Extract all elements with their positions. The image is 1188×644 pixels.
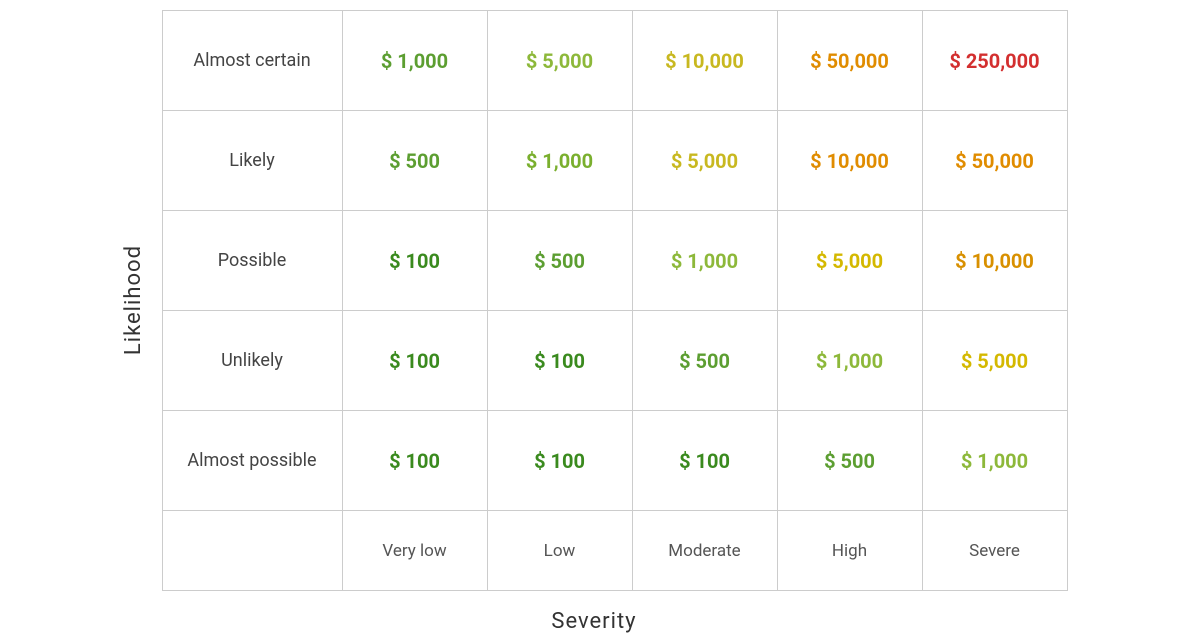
value-cell: $ 500: [342, 111, 487, 211]
value-cell: $ 50,000: [777, 11, 922, 111]
matrix-table: Almost certain$ 1,000$ 5,000$ 10,000$ 50…: [162, 10, 1068, 591]
value-cell: $ 100: [487, 411, 632, 511]
row-label: Almost certain: [162, 11, 342, 111]
value-cell: $ 10,000: [922, 211, 1067, 311]
x-axis-label: Severity: [551, 609, 636, 634]
value-cell: $ 1,000: [777, 311, 922, 411]
value-cell: $ 100: [487, 311, 632, 411]
footer-label: High: [777, 511, 922, 591]
value-cell: $ 1,000: [487, 111, 632, 211]
value-cell: $ 1,000: [342, 11, 487, 111]
value-cell: $ 10,000: [632, 11, 777, 111]
footer-label: Moderate: [632, 511, 777, 591]
footer-label: Very low: [342, 511, 487, 591]
footer-label: Low: [487, 511, 632, 591]
value-cell: $ 100: [342, 211, 487, 311]
y-axis-label: Likelihood: [121, 245, 146, 355]
row-label: Almost possible: [162, 411, 342, 511]
footer-row-empty: [162, 511, 342, 591]
row-label: Possible: [162, 211, 342, 311]
chart-wrapper: Likelihood Almost certain$ 1,000$ 5,000$…: [121, 10, 1068, 634]
value-cell: $ 100: [342, 311, 487, 411]
value-cell: $ 100: [342, 411, 487, 511]
value-cell: $ 500: [777, 411, 922, 511]
value-cell: $ 1,000: [632, 211, 777, 311]
row-label: Unlikely: [162, 311, 342, 411]
row-label: Likely: [162, 111, 342, 211]
value-cell: $ 10,000: [777, 111, 922, 211]
footer-label: Severe: [922, 511, 1067, 591]
value-cell: $ 5,000: [487, 11, 632, 111]
value-cell: $ 5,000: [922, 311, 1067, 411]
middle-section: Likelihood Almost certain$ 1,000$ 5,000$…: [121, 10, 1068, 591]
value-cell: $ 5,000: [632, 111, 777, 211]
value-cell: $ 500: [487, 211, 632, 311]
value-cell: $ 1,000: [922, 411, 1067, 511]
value-cell: $ 100: [632, 411, 777, 511]
value-cell: $ 500: [632, 311, 777, 411]
value-cell: $ 250,000: [922, 11, 1067, 111]
value-cell: $ 50,000: [922, 111, 1067, 211]
value-cell: $ 5,000: [777, 211, 922, 311]
